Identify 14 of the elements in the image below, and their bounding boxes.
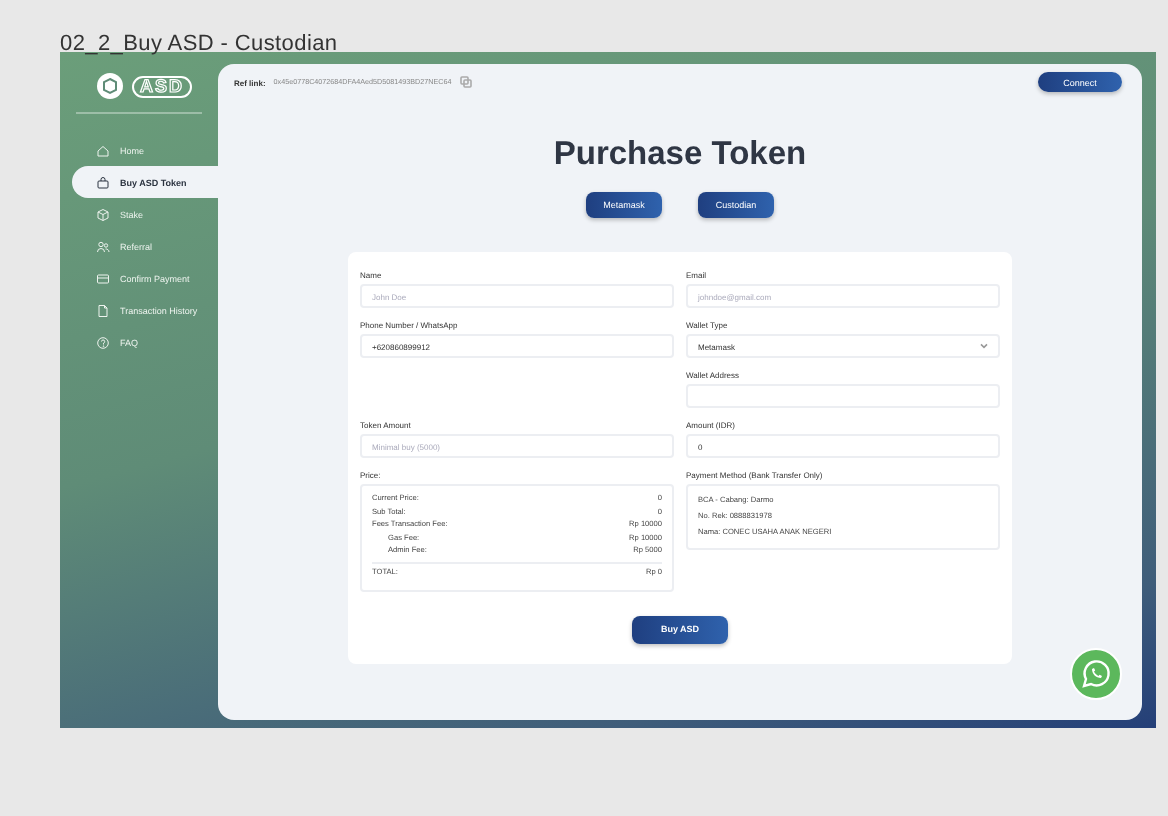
logo-icon xyxy=(96,72,124,100)
frame-title: 02_2_Buy ASD - Custodian xyxy=(58,30,340,52)
bag-icon xyxy=(96,175,110,189)
page-title: Purchase Token xyxy=(553,136,807,174)
card-icon xyxy=(96,271,110,285)
chat-bubble-icon[interactable] xyxy=(1070,648,1122,700)
cube-icon xyxy=(96,207,110,221)
people-icon xyxy=(96,239,110,253)
copy-icon[interactable] xyxy=(459,76,472,88)
logo-wordmark: ASD xyxy=(132,75,193,97)
home-icon xyxy=(96,143,110,157)
help-icon xyxy=(96,335,110,349)
doc-icon xyxy=(96,303,110,317)
chevron-down-icon xyxy=(980,342,988,350)
